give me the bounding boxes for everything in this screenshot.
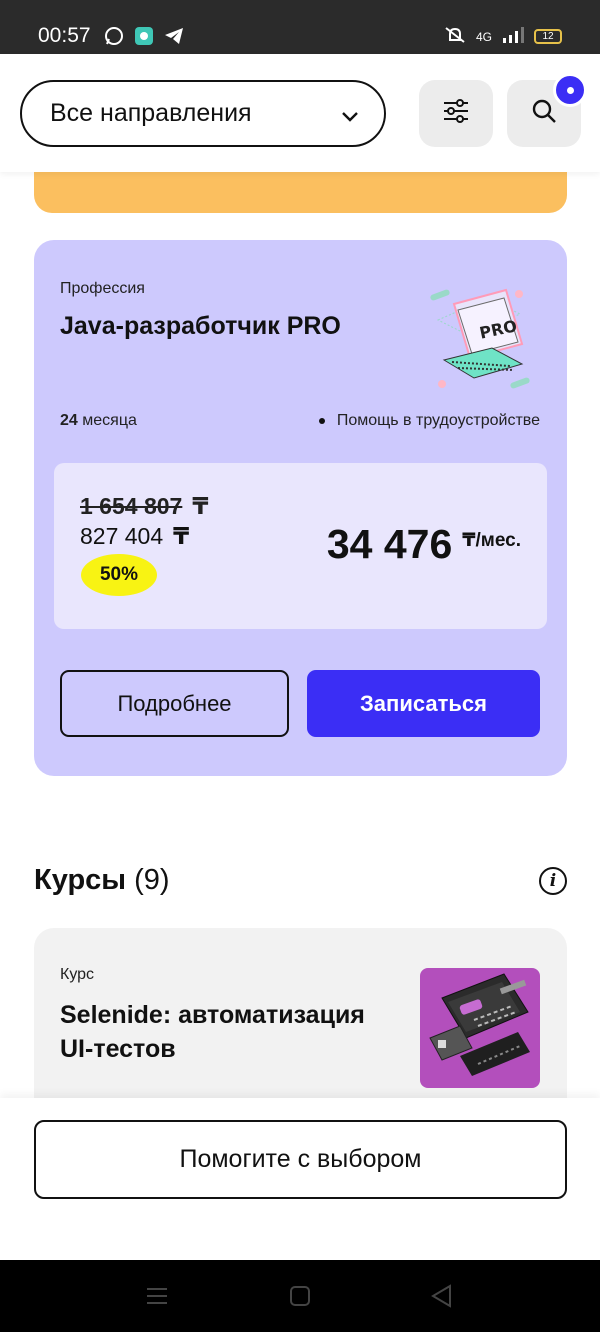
monthly-price-unit: ₸/мес. <box>462 530 521 551</box>
java-pro-illustration: PRO <box>424 284 536 396</box>
old-price: 1 654 807 ₸ <box>80 493 208 520</box>
course-title: Selenide: автоматизация UI-тестов <box>60 1001 365 1063</box>
feature-label: Помощь в трудоустройстве <box>336 412 540 429</box>
direction-select-label: Все направления <box>50 99 252 127</box>
selenide-illustration <box>420 968 540 1088</box>
top-header: Все направления <box>0 54 600 172</box>
status-indicators: 4G 12 <box>444 26 562 47</box>
battery-icon: 12 <box>534 29 562 44</box>
telegram-icon <box>164 26 184 46</box>
home-icon[interactable] <box>289 1284 311 1313</box>
courses-count: (9) <box>134 864 170 896</box>
courses-heading-label: Курсы <box>34 864 127 896</box>
mute-icon <box>444 26 466 47</box>
old-price-currency: ₸ <box>192 493 209 519</box>
new-price-currency: ₸ <box>173 523 190 549</box>
card-title: Java-разработчик PRO <box>60 312 341 340</box>
signal-icon <box>502 27 524 46</box>
filter-button[interactable] <box>419 80 493 147</box>
whatsapp-icon <box>104 26 124 46</box>
search-icon <box>530 97 558 130</box>
help-bar: Помогите с выбором <box>0 1098 600 1260</box>
menu-icon[interactable] <box>146 1284 168 1313</box>
card-kind: Профессия <box>60 280 145 297</box>
monthly-price: 34 476 ₸/мес. <box>327 521 521 568</box>
network-label: 4G <box>475 29 492 44</box>
feature-item: Помощь в трудоустройстве <box>318 412 540 430</box>
notification-badge <box>553 73 587 107</box>
bullet-dot-icon <box>318 418 325 424</box>
app-icon <box>134 26 154 46</box>
price-box: 1 654 807 ₸ 827 404 ₸ 50% 34 476 ₸/мес. <box>54 463 547 629</box>
chevron-down-icon <box>340 104 360 133</box>
monthly-price-value: 34 476 <box>326 521 453 567</box>
new-price-value: 827 404 <box>80 523 164 549</box>
profession-card[interactable]: Профессия Java-разработчик PRO PRO 24 ме… <box>34 240 567 776</box>
help-choose-button[interactable]: Помогите с выбором <box>34 1120 567 1199</box>
duration-unit: месяца <box>82 412 137 429</box>
new-price: 827 404 ₸ <box>80 523 189 550</box>
duration-value: 24 <box>60 412 78 429</box>
status-bar: 00:57 4G 12 <box>0 0 600 54</box>
old-price-value: 1 654 807 <box>80 493 183 519</box>
back-icon[interactable] <box>430 1284 454 1313</box>
discount-badge: 50% <box>81 554 157 596</box>
filter-sliders-icon <box>441 96 471 131</box>
course-kind: Курс <box>60 966 95 983</box>
enroll-button[interactable]: Записаться <box>307 670 540 737</box>
status-time: 00:57 <box>38 24 91 47</box>
system-nav-bar <box>0 1260 600 1332</box>
more-details-button[interactable]: Подробнее <box>60 670 289 737</box>
duration: 24 месяца <box>60 412 137 430</box>
info-icon[interactable]: i <box>539 867 567 895</box>
courses-heading: Курсы (9) <box>34 864 170 897</box>
direction-select[interactable]: Все направления <box>20 80 386 147</box>
